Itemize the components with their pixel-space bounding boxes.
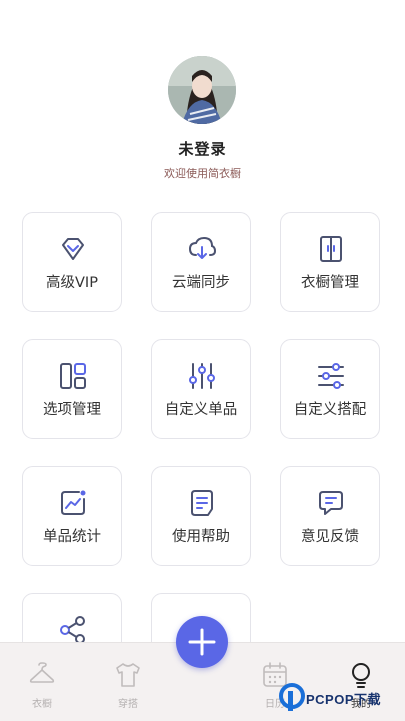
options-card[interactable]: 选项管理 — [22, 339, 122, 439]
hanger-icon — [29, 662, 55, 683]
sliders-horizontal-icon — [318, 363, 344, 389]
statistics-card[interactable]: 单品统计 — [22, 466, 122, 566]
wardrobe-card[interactable]: 衣橱管理 — [280, 212, 380, 312]
help-card[interactable]: 使用帮助 — [151, 466, 251, 566]
custom-item-card[interactable]: 自定义单品 — [151, 339, 251, 439]
diamond-icon — [62, 238, 84, 260]
cloud-sync-card[interactable]: 云端同步 — [151, 212, 251, 312]
feedback-label: 意见反馈 — [301, 529, 359, 545]
menu-grid: 高级VIP 云端同步 衣橱管理 选项管理 自定义单品 自定义搭配 单品统计 使用… — [0, 0, 405, 720]
watermark-text: PCPOP下载 — [306, 692, 382, 707]
help-label: 使用帮助 — [172, 529, 230, 545]
tab-wardrobe[interactable]: 衣橱 — [7, 643, 77, 721]
options-label: 选项管理 — [43, 402, 101, 418]
statistics-label: 单品统计 — [43, 529, 101, 545]
shirt-icon — [116, 663, 140, 687]
layout-grid-icon — [60, 363, 86, 389]
cloud-download-icon — [188, 236, 217, 259]
tab-wardrobe-label: 衣橱 — [32, 699, 52, 710]
wardrobe-icon — [320, 236, 342, 262]
custom-outfit-card[interactable]: 自定义搭配 — [280, 339, 380, 439]
pcpop-logo-icon — [279, 683, 305, 711]
add-button[interactable] — [176, 616, 228, 668]
tab-outfit[interactable]: 穿搭 — [93, 643, 163, 721]
cloud-sync-label: 云端同步 — [172, 275, 230, 291]
sliders-vertical-icon — [189, 363, 215, 389]
plus-icon — [188, 628, 216, 656]
vip-label: 高级VIP — [46, 275, 98, 291]
feedback-icon — [319, 491, 343, 515]
vip-card[interactable]: 高级VIP — [22, 212, 122, 312]
custom-outfit-label: 自定义搭配 — [293, 402, 367, 418]
chart-icon — [61, 490, 86, 515]
tab-outfit-label: 穿搭 — [118, 699, 138, 710]
document-icon — [191, 490, 213, 516]
feedback-card[interactable]: 意见反馈 — [280, 466, 380, 566]
custom-item-label: 自定义单品 — [164, 402, 238, 418]
wardrobe-label: 衣橱管理 — [301, 275, 359, 291]
